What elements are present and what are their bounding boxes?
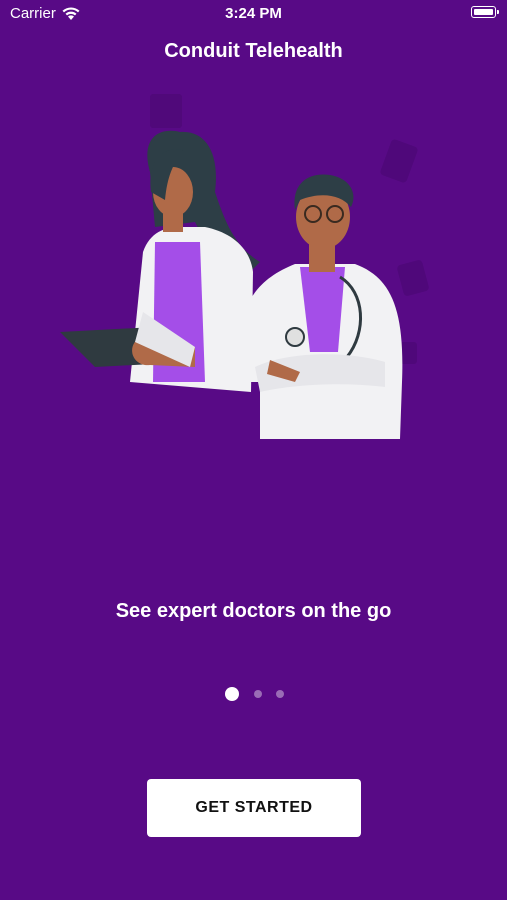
- male-doctor-figure: [235, 174, 403, 439]
- get-started-button[interactable]: GET STARTED: [147, 779, 361, 837]
- two-doctors-illustration: [60, 94, 429, 439]
- status-time: 3:24 PM: [225, 5, 282, 22]
- status-bar: Carrier 3:24 PM: [0, 0, 507, 28]
- page-dot-2[interactable]: [254, 690, 262, 698]
- female-doctor-figure: [60, 130, 260, 392]
- app-title: Conduit Telehealth: [164, 40, 343, 62]
- page-indicator[interactable]: [0, 686, 507, 702]
- page-dot-1[interactable]: [225, 687, 239, 701]
- battery-icon: [471, 6, 499, 18]
- page-dot-3[interactable]: [276, 690, 284, 698]
- onboarding-tagline: See expert doctors on the go: [115, 600, 392, 622]
